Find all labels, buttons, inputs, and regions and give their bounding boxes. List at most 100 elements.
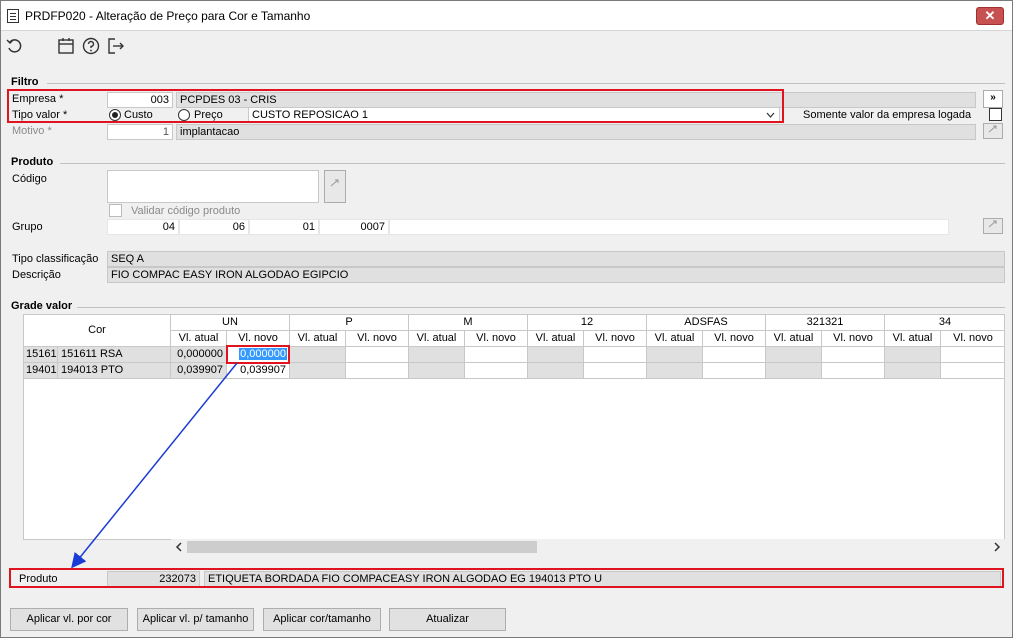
vl-atual-header: Vl. atual — [647, 331, 703, 347]
horizontal-scrollbar[interactable] — [171, 539, 1005, 555]
grid-cell[interactable] — [822, 347, 885, 363]
codigo-label: Código — [12, 173, 47, 185]
aplicar-por-cor-button[interactable]: Aplicar vl. por cor — [10, 608, 128, 631]
row-code: 19401 — [24, 363, 58, 379]
grupo-lookup-button[interactable] — [983, 218, 1003, 234]
scroll-right-icon[interactable] — [993, 542, 1001, 552]
grid-cell — [766, 363, 822, 379]
grupo-label: Grupo — [12, 221, 43, 233]
document-icon — [7, 9, 19, 23]
grid-cell[interactable] — [584, 347, 647, 363]
grid-cell — [647, 347, 703, 363]
somente-label: Somente valor da empresa logada — [803, 109, 972, 121]
window-title: PRDFP020 - Alteração de Preço para Cor e… — [25, 9, 311, 23]
title-bar: PRDFP020 - Alteração de Preço para Cor e… — [1, 1, 1012, 31]
vl-atual-header: Vl. atual — [766, 331, 822, 347]
codigo-lookup-button[interactable] — [324, 170, 346, 203]
grid-cell[interactable] — [941, 347, 1004, 363]
vl-atual-header: Vl. atual — [290, 331, 346, 347]
grid-cell[interactable] — [822, 363, 885, 379]
scroll-left-icon[interactable] — [175, 542, 183, 552]
tipo-classificacao-field: SEQ A — [107, 251, 1005, 267]
vl-atual-header: Vl. atual — [171, 331, 227, 347]
grid-cell — [290, 347, 346, 363]
size-header-12: 12 — [528, 315, 647, 331]
grid-cell[interactable] — [346, 363, 409, 379]
grid-cell — [409, 363, 465, 379]
descricao-label: Descrição — [12, 269, 61, 281]
filtro-title: Filtro — [11, 76, 39, 88]
exit-icon[interactable] — [106, 36, 126, 56]
row-color-name: 151611 RSA — [58, 347, 171, 363]
grid-cell[interactable] — [346, 347, 409, 363]
vl-novo-header: Vl. novo — [703, 331, 766, 347]
expand-button[interactable]: » — [983, 90, 1003, 108]
descricao-field: FIO COMPAC EASY IRON ALGODAO EGIPCIO — [107, 267, 1005, 283]
codigo-field[interactable] — [107, 170, 319, 203]
undo-icon[interactable] — [5, 36, 25, 56]
atualizar-button[interactable]: Atualizar — [389, 608, 506, 631]
help-icon[interactable] — [81, 36, 101, 56]
grupo-desc-field — [389, 219, 949, 235]
size-header-321321: 321321 — [766, 315, 885, 331]
grid-cell[interactable] — [703, 363, 766, 379]
grid-cell — [647, 363, 703, 379]
motivo-name-field: implantacao — [176, 124, 976, 140]
grid-cell — [528, 347, 584, 363]
main-window: PRDFP020 - Alteração de Preço para Cor e… — [0, 0, 1013, 638]
filtro-highlight-box — [7, 89, 784, 123]
grid-cell[interactable] — [465, 363, 528, 379]
grid-cell — [528, 363, 584, 379]
calendar-icon[interactable] — [56, 36, 76, 56]
motivo-label: Motivo * — [12, 125, 52, 137]
grid-cell — [290, 363, 346, 379]
grade-title: Grade valor — [11, 300, 73, 312]
price-grid: Cor UN P M 12 ADSFAS 321321 34 Vl. atual… — [23, 314, 1005, 540]
motivo-code-field[interactable]: 1 — [107, 124, 173, 140]
aplicar-cor-tamanho-button[interactable]: Aplicar cor/tamanho — [263, 608, 381, 631]
row-color-name: 194013 PTO — [58, 363, 171, 379]
produto-divider — [60, 163, 1005, 164]
toolbar — [1, 32, 1012, 60]
close-button[interactable]: ✕ — [976, 7, 1004, 25]
un-vl-atual-cell: 0,000000 — [171, 347, 227, 363]
grid-cell — [885, 363, 941, 379]
un-vl-atual-cell: 0,039907 — [171, 363, 227, 379]
lookup-icon — [988, 220, 997, 228]
un-vl-novo-cell[interactable]: 0,039907 — [227, 363, 290, 379]
grupo-field-1[interactable]: 04 — [107, 219, 179, 235]
grupo-field-2[interactable]: 06 — [179, 219, 249, 235]
vl-atual-header: Vl. atual — [528, 331, 584, 347]
vl-novo-header: Vl. novo — [346, 331, 409, 347]
vl-novo-header: Vl. novo — [584, 331, 647, 347]
size-header-p: P — [290, 315, 409, 331]
grid-cell[interactable] — [465, 347, 528, 363]
grid-cell[interactable] — [941, 363, 1004, 379]
motivo-lookup-button[interactable] — [983, 123, 1003, 139]
vl-novo-header: Vl. novo — [465, 331, 528, 347]
size-header-34: 34 — [885, 315, 1004, 331]
tipo-classificacao-label: Tipo classificação — [12, 253, 99, 265]
grid-cell — [766, 347, 822, 363]
somente-checkbox[interactable] — [989, 108, 1002, 121]
cell-highlight-box — [226, 345, 290, 364]
aplicar-por-tamanho-button[interactable]: Aplicar vl. p/ tamanho — [137, 608, 254, 631]
cor-header: Cor — [24, 315, 171, 347]
grupo-field-4[interactable]: 0007 — [319, 219, 389, 235]
row-code: 15161 — [24, 347, 58, 363]
grid-cell[interactable] — [584, 363, 647, 379]
filtro-divider — [47, 83, 1005, 84]
vl-atual-header: Vl. atual — [885, 331, 941, 347]
lookup-icon — [988, 125, 997, 133]
vl-novo-header: Vl. novo — [941, 331, 1004, 347]
grid-cell — [885, 347, 941, 363]
validar-checkbox[interactable] — [109, 204, 122, 217]
size-header-adsfas: ADSFAS — [647, 315, 766, 331]
grade-divider — [77, 307, 1005, 308]
vl-atual-header: Vl. atual — [409, 331, 465, 347]
size-header-m: M — [409, 315, 528, 331]
grupo-field-3[interactable]: 01 — [249, 219, 319, 235]
size-header-un: UN — [171, 315, 290, 331]
scroll-thumb[interactable] — [187, 541, 537, 553]
grid-cell[interactable] — [703, 347, 766, 363]
